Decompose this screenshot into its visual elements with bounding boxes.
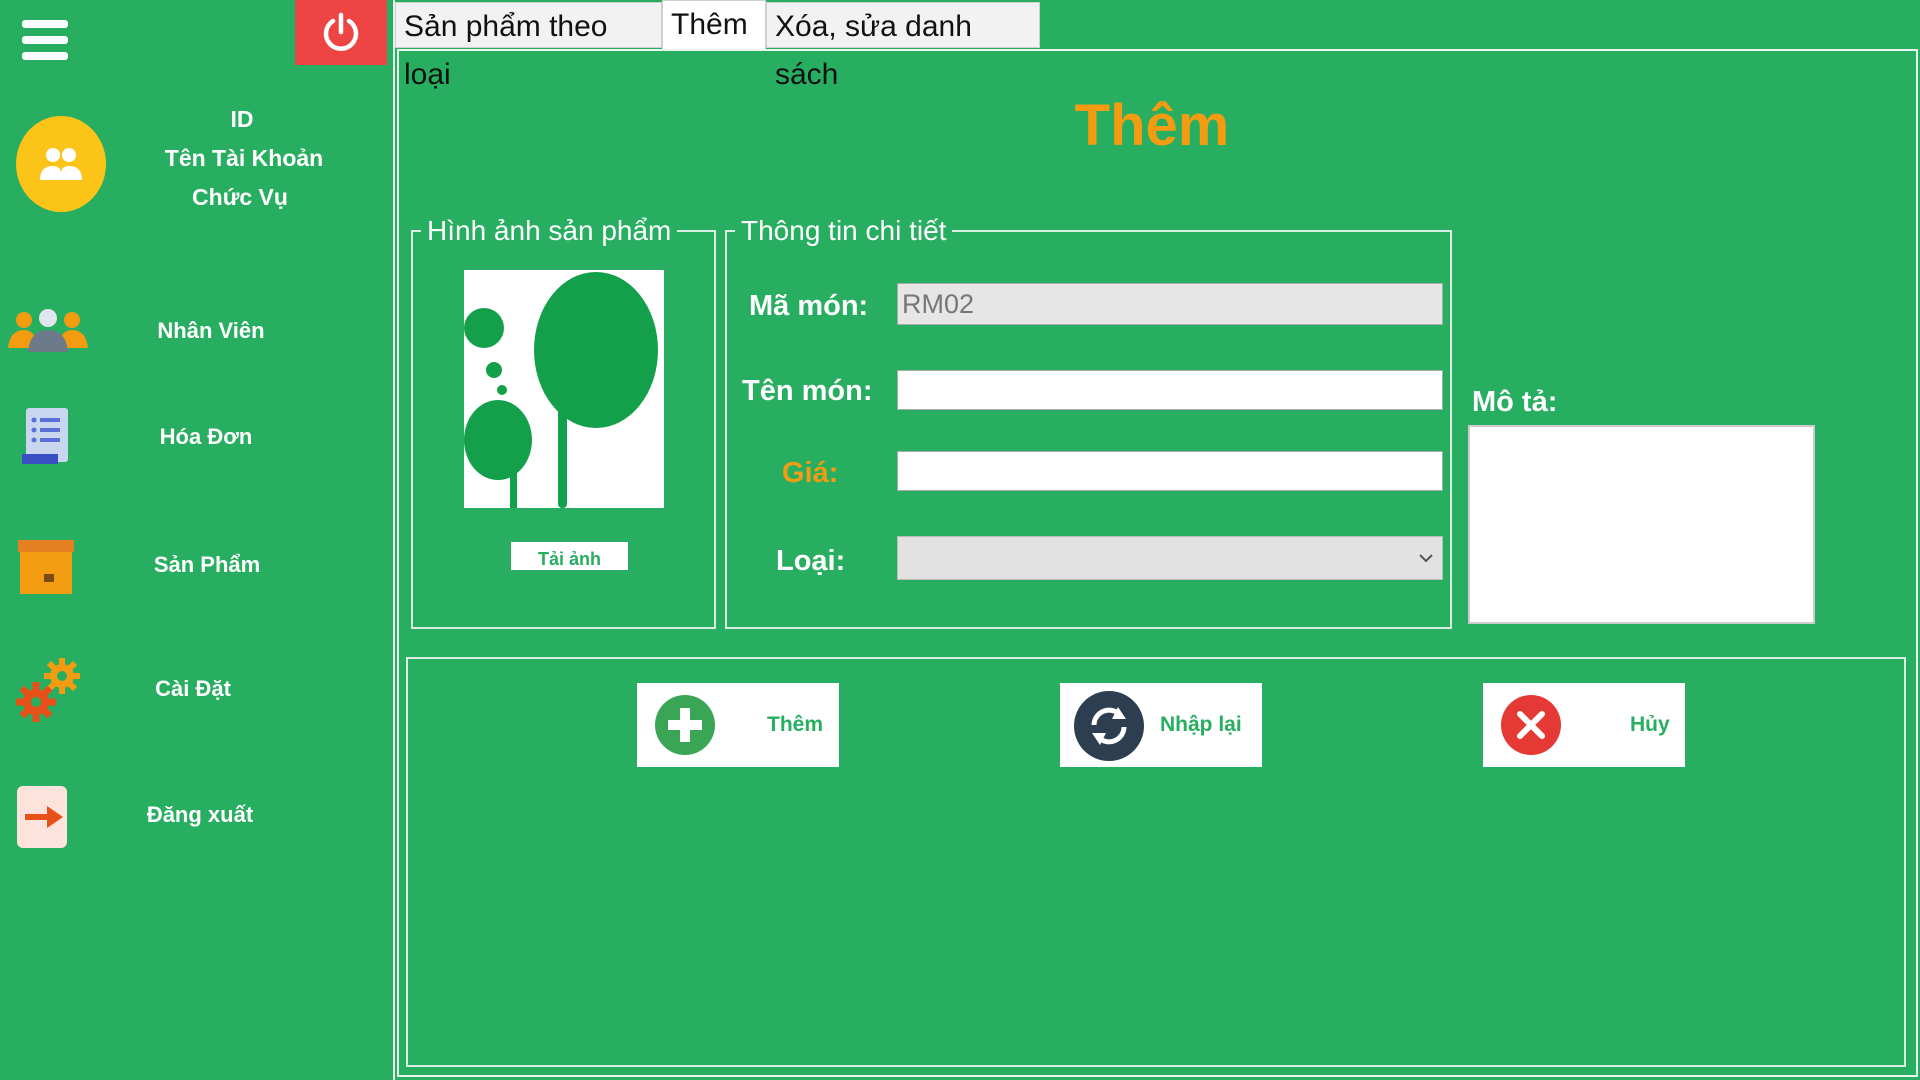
sidebar-item-label: Nhân Viên: [157, 318, 265, 343]
box-icon: [18, 540, 74, 594]
sidebar-item-label: Hóa Đơn: [159, 424, 253, 449]
description-label: Mô tả:: [1472, 386, 1558, 418]
reset-button-label: Nhập lại: [1160, 713, 1242, 736]
sidebar-item-hoa-don[interactable]: Hóa Đơn: [0, 394, 390, 478]
name-field[interactable]: [897, 370, 1443, 410]
power-icon: [323, 12, 359, 51]
category-label: Loại:: [776, 545, 846, 577]
sidebar-item-dang-xuat[interactable]: Đăng xuất: [0, 772, 390, 856]
sidebar-item-san-pham[interactable]: Sản Phẩm: [0, 522, 390, 606]
product-image-legend: Hình ảnh sản phẩm: [427, 215, 672, 246]
reset-button[interactable]: Nhập lại: [1060, 683, 1262, 767]
sidebar-item-label: Đăng xuất: [146, 802, 254, 827]
user-position: Chức Vụ: [192, 184, 288, 210]
logout-icon: [17, 786, 67, 848]
sidebar-item-cai-dat[interactable]: Cài Đặt: [0, 646, 390, 730]
cancel-button[interactable]: Hủy: [1483, 683, 1685, 767]
plus-circle-icon: [655, 695, 715, 755]
refresh-icon: [1074, 691, 1144, 761]
details-legend: Thông tin chi tiết: [741, 215, 947, 246]
name-label: Tên món:: [742, 375, 873, 407]
description-field[interactable]: [1468, 425, 1815, 624]
chevron-down-icon: [1419, 554, 1433, 563]
hamburger-menu-icon[interactable]: [22, 20, 68, 68]
sidebar-item-nhan-vien[interactable]: Nhân Viên: [0, 288, 390, 372]
sidebar: ID Tên Tài Khoản Chức Vụ Nhân Viên Hóa Đ…: [0, 0, 392, 1080]
page-title: Thêm: [1074, 93, 1230, 158]
code-label: Mã món:: [749, 290, 869, 322]
sidebar-item-label: Sản Phẩm: [153, 552, 261, 577]
invoice-icon: [22, 408, 68, 464]
add-button[interactable]: Thêm: [637, 683, 839, 767]
product-image: [464, 270, 664, 508]
sidebar-item-label: Cài Đặt: [155, 676, 231, 701]
price-field[interactable]: [897, 451, 1443, 491]
user-id: ID: [230, 106, 254, 132]
close-circle-icon: [1501, 695, 1561, 755]
people-icon: [8, 309, 88, 352]
upload-image-button[interactable]: Tải ảnh: [511, 542, 628, 570]
price-label: Giá:: [782, 457, 839, 489]
user-group-icon: [40, 148, 82, 180]
tree-image-icon: [464, 272, 658, 508]
tab-them[interactable]: Thêm: [662, 0, 766, 50]
tab-san-pham-theo-loai[interactable]: Sản phẩm theo loại: [395, 2, 662, 91]
power-button[interactable]: [295, 0, 387, 65]
category-select[interactable]: [897, 536, 1443, 580]
code-field[interactable]: [897, 283, 1443, 325]
cancel-button-label: Hủy: [1630, 713, 1670, 736]
tab-xoa-sua-danh-sach[interactable]: Xóa, sửa danh sách: [766, 2, 1040, 91]
user-account-name: Tên Tài Khoản: [164, 145, 324, 171]
add-button-label: Thêm: [767, 713, 824, 736]
